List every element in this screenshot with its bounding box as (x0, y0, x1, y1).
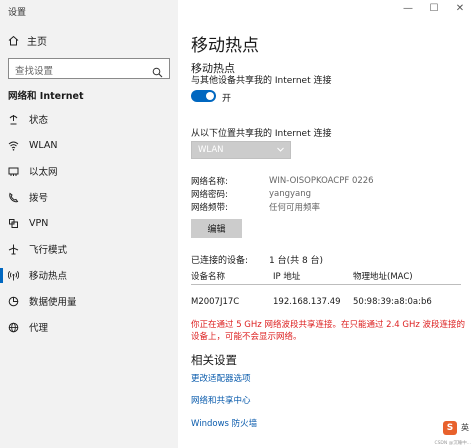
minimize-button[interactable]: — (402, 2, 414, 16)
network-info: 网络名称: WIN-OISOPKOACPF 0226 网络密码: yangyan… (191, 175, 374, 214)
close-button[interactable]: ✕ (454, 2, 466, 16)
table-header: 设备名称 IP 地址 物理地址(MAC) (191, 270, 461, 284)
info-key: 网络密码: (191, 190, 228, 200)
maximize-button[interactable]: ☐ (428, 2, 440, 16)
info-key: 网络名称: (191, 177, 228, 187)
sidebar-item-label: 移动热点 (29, 271, 68, 282)
sidebar-nav: 状态 WLAN 以太网 拨号 VPN 飞行模式 移动热点 数据使用量 代理 (0, 106, 178, 340)
device-table: 设备名称 IP 地址 物理地址(MAC) M2007J17C 192.168.1… (191, 270, 461, 313)
ime-indicator: 英 (461, 423, 469, 432)
header-ip: IP 地址 (273, 271, 301, 282)
sidebar-item-label: 状态 (29, 115, 49, 126)
cell-mac: 50:98:39:a8:0a:b6 (353, 297, 432, 307)
network-band-row: 网络频带: 任何可用频率 (191, 201, 374, 213)
hotspot-toggle[interactable] (191, 90, 216, 102)
sidebar-item-label: 代理 (29, 323, 49, 334)
wifi-icon (8, 140, 19, 151)
settings-main: — ☐ ✕ 移动热点 移动热点 与其他设备共享我的 Internet 连接 开 … (178, 0, 474, 448)
sidebar-item-label: WLAN (29, 139, 58, 151)
globe-icon (8, 322, 19, 333)
header-device-name: 设备名称 (191, 271, 226, 282)
status-icon (8, 114, 19, 125)
sidebar-item-vpn[interactable]: VPN (0, 210, 178, 236)
info-key: 网络频带: (191, 203, 228, 213)
watermark: S 英 CSDN @沉睡中... (434, 420, 471, 446)
vpn-icon (8, 218, 19, 229)
cell-ip: 192.168.137.49 (273, 297, 341, 307)
sidebar-item-data-usage[interactable]: 数据使用量 (0, 288, 178, 314)
window-controls: — ☐ ✕ (402, 2, 466, 16)
table-row: M2007J17C 192.168.137.49 50:98:39:a8:0a:… (191, 291, 461, 313)
sidebar-item-label: 拨号 (29, 193, 49, 204)
window-title: 设置 (8, 8, 27, 18)
share-from-dropdown[interactable]: WLAN (191, 141, 291, 159)
share-from-label: 从以下位置共享我的 Internet 连接 (191, 129, 332, 139)
watermark-text: CSDN @沉睡中... (434, 441, 471, 446)
connected-devices-row: 已连接的设备: 1 台(共 8 台) (191, 253, 323, 266)
sidebar-item-hotspot[interactable]: 移动热点 (0, 262, 178, 288)
link-adapter-options[interactable]: 更改适配器选项 (191, 372, 251, 384)
sidebar-item-ethernet[interactable]: 以太网 (0, 158, 178, 184)
connected-label: 已连接的设备: (191, 256, 249, 266)
info-value: WIN-OISOPKOACPF 0226 (269, 176, 374, 186)
sogou-logo-icon: S (443, 421, 457, 435)
link-windows-firewall[interactable]: Windows 防火墙 (191, 417, 257, 429)
sidebar-item-airplane[interactable]: 飞行模式 (0, 236, 178, 262)
sidebar-item-label: VPN (29, 217, 49, 229)
page-title: 移动热点 (191, 36, 259, 56)
dialup-icon (8, 192, 19, 203)
related-settings-title: 相关设置 (191, 353, 237, 367)
band-warning: 你正在通过 5 GHz 网络波段共享连接。在只能通过 2.4 GHz 波段连接的… (191, 320, 466, 342)
connected-count: 1 台(共 8 台) (269, 256, 324, 266)
settings-sidebar: 设置 主页 网络和 Internet 状态 WLAN (0, 0, 178, 448)
home-icon (8, 35, 19, 46)
ethernet-icon (8, 166, 19, 177)
cell-device-name: M2007J17C (191, 297, 240, 307)
sidebar-item-dialup[interactable]: 拨号 (0, 184, 178, 210)
sidebar-item-proxy[interactable]: 代理 (0, 314, 178, 340)
search-box[interactable] (8, 58, 170, 82)
hotspot-toggle-state: 开 (222, 94, 232, 104)
header-mac: 物理地址(MAC) (353, 271, 413, 282)
hotspot-icon (8, 270, 19, 281)
link-network-sharing-center[interactable]: 网络和共享中心 (191, 394, 251, 406)
sidebar-item-label: 以太网 (29, 167, 58, 178)
info-value: 任何可用频率 (269, 203, 321, 213)
nav-home-label: 主页 (27, 37, 47, 48)
table-divider (191, 284, 461, 285)
network-password-row: 网络密码: yangyang (191, 188, 374, 200)
hotspot-description: 与其他设备共享我的 Internet 连接 (191, 76, 332, 86)
sidebar-item-label: 数据使用量 (29, 297, 77, 308)
data-usage-icon (8, 296, 19, 307)
search-icon[interactable] (152, 63, 163, 82)
chevron-down-icon (276, 145, 285, 157)
edit-button[interactable]: 编辑 (191, 219, 242, 238)
sidebar-item-wlan[interactable]: WLAN (0, 132, 178, 158)
airplane-icon (8, 244, 19, 255)
sidebar-section-title: 网络和 Internet (8, 91, 84, 102)
search-input[interactable] (9, 62, 145, 81)
sidebar-item-label: 飞行模式 (29, 245, 68, 256)
info-value: yangyang (269, 189, 312, 199)
sidebar-item-status[interactable]: 状态 (0, 106, 178, 132)
nav-home[interactable]: 主页 (8, 33, 47, 48)
network-name-row: 网络名称: WIN-OISOPKOACPF 0226 (191, 175, 374, 187)
share-from-selected: WLAN (198, 145, 224, 155)
